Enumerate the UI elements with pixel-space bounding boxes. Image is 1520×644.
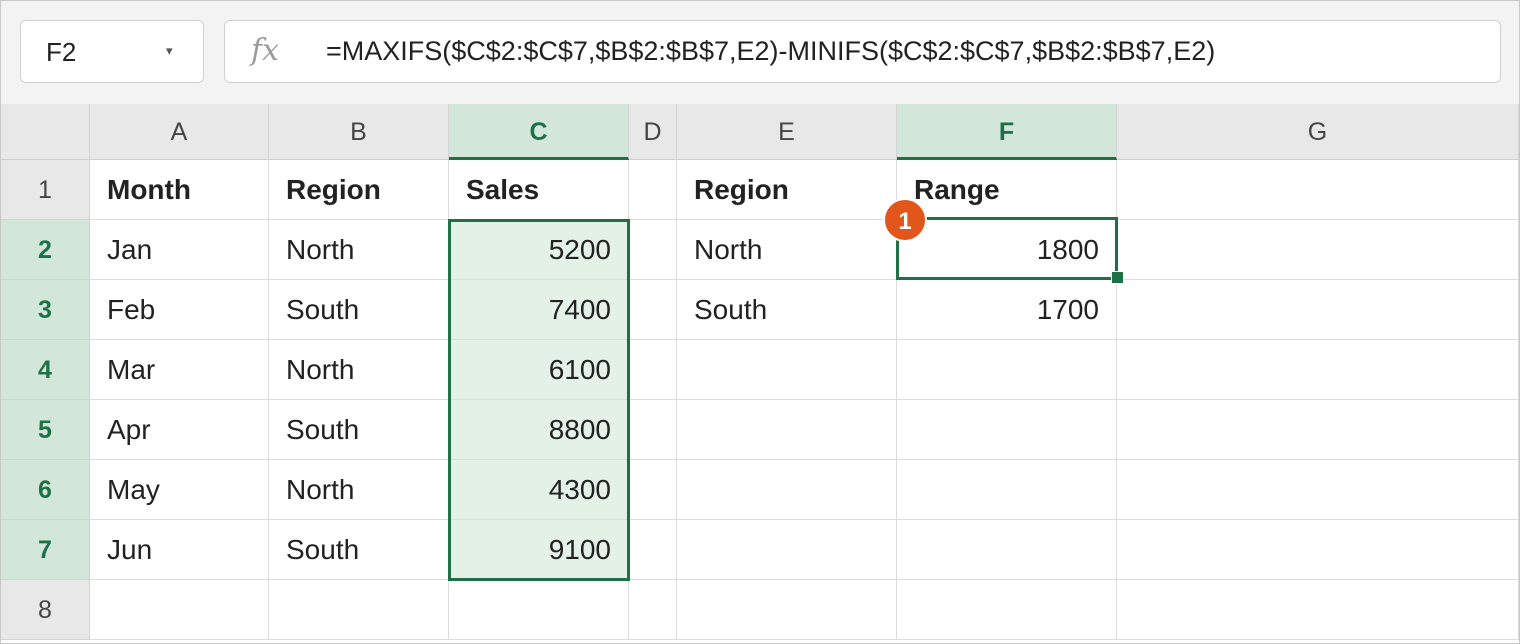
cell-b4[interactable]: North [269, 340, 449, 400]
cell-b2[interactable]: North [269, 220, 449, 280]
cell-d4[interactable] [629, 340, 677, 400]
cell-c4[interactable]: 6100 [449, 340, 629, 400]
row-header-8[interactable]: 8 [1, 580, 90, 640]
cell-f2[interactable]: 1800 [897, 220, 1117, 280]
column-header-g[interactable]: G [1117, 104, 1519, 160]
cell-g1[interactable] [1117, 160, 1519, 220]
name-box[interactable]: F2 ▾ [20, 20, 204, 83]
cell-b8[interactable] [269, 580, 449, 640]
cell-e1[interactable]: Region [677, 160, 897, 220]
cell-g2[interactable] [1117, 220, 1519, 280]
cell-c6[interactable]: 4300 [449, 460, 629, 520]
cell-c3[interactable]: 7400 [449, 280, 629, 340]
cell-g5[interactable] [1117, 400, 1519, 460]
cell-d5[interactable] [629, 400, 677, 460]
cell-g3[interactable] [1117, 280, 1519, 340]
cell-a4[interactable]: Mar [90, 340, 269, 400]
cell-e4[interactable] [677, 340, 897, 400]
column-header-c[interactable]: C [449, 104, 629, 160]
row-header-4[interactable]: 4 [1, 340, 90, 400]
cell-f1[interactable]: Range [897, 160, 1117, 220]
cell-f6[interactable] [897, 460, 1117, 520]
column-header-b[interactable]: B [269, 104, 449, 160]
formula-bar: F2 ▾ fx =MAXIFS($C$2:$C$7,$B$2:$B$7,E2)-… [1, 1, 1519, 104]
cell-g4[interactable] [1117, 340, 1519, 400]
column-header-a[interactable]: A [90, 104, 269, 160]
cell-b1[interactable]: Region [269, 160, 449, 220]
cell-g8[interactable] [1117, 580, 1519, 640]
cell-a2[interactable]: Jan [90, 220, 269, 280]
cell-d7[interactable] [629, 520, 677, 580]
cell-a6[interactable]: May [90, 460, 269, 520]
column-header-e[interactable]: E [677, 104, 897, 160]
cell-c5[interactable]: 8800 [449, 400, 629, 460]
row-header-3[interactable]: 3 [1, 280, 90, 340]
cell-a1[interactable]: Month [90, 160, 269, 220]
row-header-2[interactable]: 2 [1, 220, 90, 280]
fill-handle[interactable] [1111, 271, 1124, 284]
cell-g6[interactable] [1117, 460, 1519, 520]
fx-icon: fx [251, 33, 280, 68]
row-header-7[interactable]: 7 [1, 520, 90, 580]
cell-d8[interactable] [629, 580, 677, 640]
cell-c1[interactable]: Sales [449, 160, 629, 220]
cell-b6[interactable]: North [269, 460, 449, 520]
select-all-corner[interactable] [1, 104, 90, 160]
cell-c7[interactable]: 9100 [449, 520, 629, 580]
cell-b5[interactable]: South [269, 400, 449, 460]
cell-a5[interactable]: Apr [90, 400, 269, 460]
row-header-5[interactable]: 5 [1, 400, 90, 460]
cell-f7[interactable] [897, 520, 1117, 580]
cell-f4[interactable] [897, 340, 1117, 400]
cell-g7[interactable] [1117, 520, 1519, 580]
cell-c8[interactable] [449, 580, 629, 640]
column-header-d[interactable]: D [629, 104, 677, 160]
column-header-f[interactable]: F [897, 104, 1117, 160]
cell-f3[interactable]: 1700 [897, 280, 1117, 340]
cell-d2[interactable] [629, 220, 677, 280]
cell-e8[interactable] [677, 580, 897, 640]
row-header-1[interactable]: 1 [1, 160, 90, 220]
cell-c2[interactable]: 5200 [449, 220, 629, 280]
cell-e5[interactable] [677, 400, 897, 460]
cell-a7[interactable]: Jun [90, 520, 269, 580]
cell-b3[interactable]: South [269, 280, 449, 340]
cell-f8[interactable] [897, 580, 1117, 640]
spreadsheet-window: F2 ▾ fx =MAXIFS($C$2:$C$7,$B$2:$B$7,E2)-… [0, 0, 1520, 644]
cell-e2[interactable]: North [677, 220, 897, 280]
formula-text[interactable]: =MAXIFS($C$2:$C$7,$B$2:$B$7,E2)-MINIFS($… [326, 36, 1215, 67]
row-header-6[interactable]: 6 [1, 460, 90, 520]
cell-e7[interactable] [677, 520, 897, 580]
cell-f5[interactable] [897, 400, 1117, 460]
cell-d1[interactable] [629, 160, 677, 220]
cell-e6[interactable] [677, 460, 897, 520]
cell-d6[interactable] [629, 460, 677, 520]
cell-b7[interactable]: South [269, 520, 449, 580]
cell-a3[interactable]: Feb [90, 280, 269, 340]
cell-d3[interactable] [629, 280, 677, 340]
chevron-down-icon[interactable]: ▾ [166, 43, 173, 59]
callout-badge: 1 [883, 198, 927, 242]
formula-input[interactable]: fx =MAXIFS($C$2:$C$7,$B$2:$B$7,E2)-MINIF… [224, 20, 1501, 83]
sheet-grid: A B C D E F G 1 Month Region Sales Region Range 2 Jan N… [1, 104, 1519, 643]
cell-e3[interactable]: South [677, 280, 897, 340]
cell-a8[interactable] [90, 580, 269, 640]
name-box-value: F2 [46, 37, 77, 67]
